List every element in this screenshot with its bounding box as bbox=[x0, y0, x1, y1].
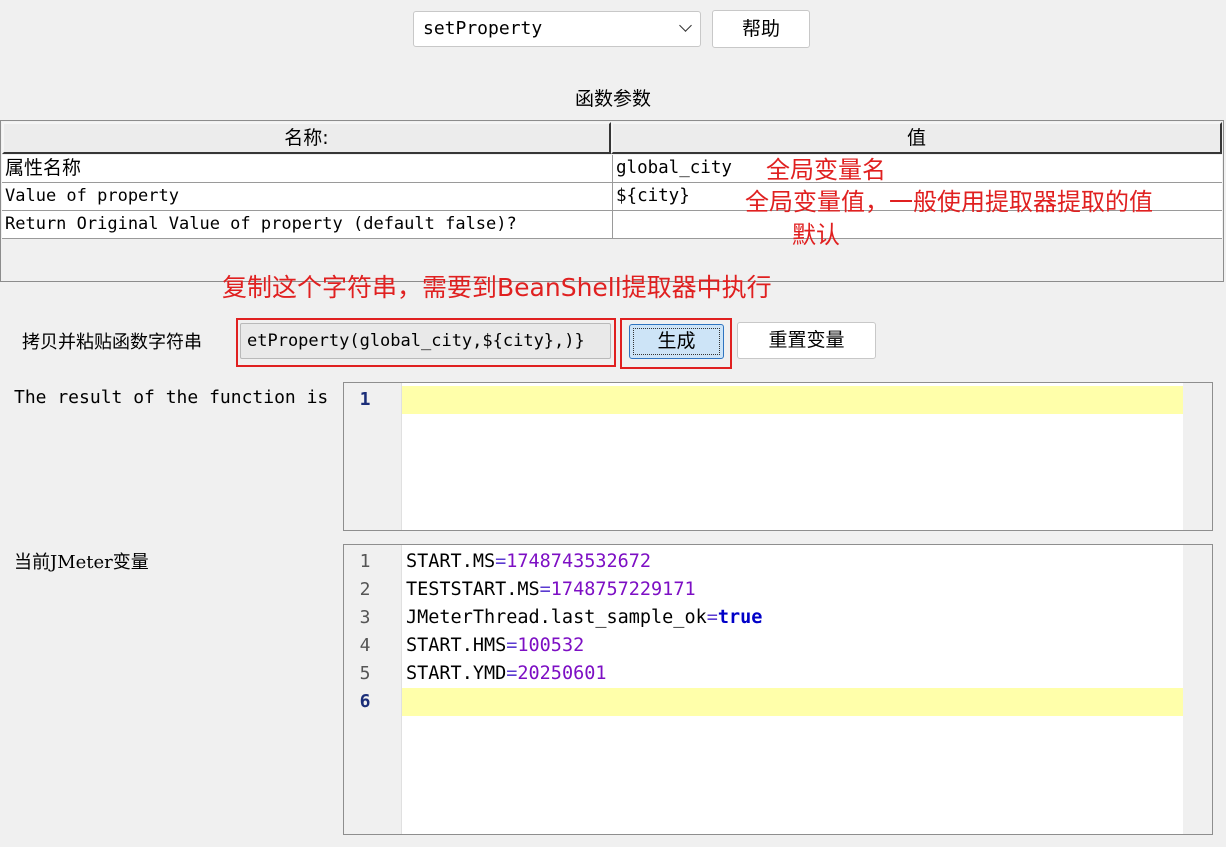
editor-line: 1 bbox=[344, 386, 1212, 414]
function-select-value: setProperty bbox=[423, 18, 543, 39]
editor-line: 1 START.MS=1748743532672 bbox=[344, 548, 1212, 576]
var-key: START.MS bbox=[406, 551, 496, 572]
editor-line: 6 bbox=[344, 688, 1212, 716]
line-number: 1 bbox=[359, 551, 371, 572]
editor-line: 5 START.YMD=20250601 bbox=[344, 660, 1212, 688]
var-value: 1748757229171 bbox=[550, 579, 696, 600]
var-value: 20250601 bbox=[517, 663, 607, 684]
equals-sign: = bbox=[706, 607, 718, 628]
code-text: START.YMD=20250601 bbox=[406, 660, 607, 688]
param-name-cell[interactable]: Return Original Value of property (defau… bbox=[2, 211, 613, 238]
reset-variables-button[interactable]: 重置变量 bbox=[737, 322, 876, 359]
equals-sign: = bbox=[495, 551, 507, 572]
line-number: 1 bbox=[359, 389, 371, 410]
chevron-down-icon bbox=[679, 19, 692, 32]
jmeter-vars-label: 当前JMeter变量 bbox=[14, 552, 149, 573]
highlight-box bbox=[236, 318, 616, 367]
column-header-name[interactable]: 名称: bbox=[2, 122, 611, 154]
line-number: 2 bbox=[359, 579, 371, 600]
editor-line: 2 TESTSTART.MS=1748757229171 bbox=[344, 576, 1212, 604]
annotation-var-name: 全局变量名 bbox=[766, 156, 886, 184]
code-text: START.MS=1748743532672 bbox=[406, 548, 651, 576]
column-header-value[interactable]: 值 bbox=[611, 122, 1222, 154]
code-text: START.HMS=100532 bbox=[406, 632, 584, 660]
highlight-box bbox=[620, 318, 732, 369]
line-number: 4 bbox=[359, 635, 371, 656]
table-row[interactable]: 属性名称 global_city bbox=[2, 155, 1222, 183]
editor-line: 3 JMeterThread.last_sample_ok=true bbox=[344, 604, 1212, 632]
param-name-cell[interactable]: 属性名称 bbox=[2, 155, 613, 182]
var-key: START.HMS bbox=[406, 635, 507, 656]
code-text: TESTSTART.MS=1748757229171 bbox=[406, 576, 696, 604]
current-line-highlight bbox=[402, 386, 1183, 414]
code-text: JMeterThread.last_sample_ok=true bbox=[406, 604, 762, 632]
annotation-var-value: 全局变量值，一般使用提取器提取的值 bbox=[745, 188, 1153, 216]
var-value: 100532 bbox=[517, 635, 585, 656]
line-number: 3 bbox=[359, 607, 371, 628]
var-key: TESTSTART.MS bbox=[406, 579, 540, 600]
var-value: true bbox=[717, 607, 763, 628]
var-key: JMeterThread.last_sample_ok bbox=[406, 607, 707, 628]
param-name-cell[interactable]: Value of property bbox=[2, 183, 613, 210]
function-select[interactable]: setProperty bbox=[413, 11, 701, 47]
equals-sign: = bbox=[506, 663, 518, 684]
annotation-copy-hint: 复制这个字符串，需要到BeanShell提取器中执行 bbox=[222, 273, 772, 302]
result-editor[interactable]: 1 bbox=[343, 382, 1213, 531]
line-number: 6 bbox=[359, 691, 371, 712]
var-key: START.YMD bbox=[406, 663, 507, 684]
equals-sign: = bbox=[539, 579, 551, 600]
help-button[interactable]: 帮助 bbox=[712, 10, 810, 48]
copy-function-label: 拷贝并粘贴函数字符串 bbox=[22, 332, 202, 353]
param-value-cell[interactable]: global_city bbox=[613, 155, 1222, 182]
var-value: 1748743532672 bbox=[506, 551, 652, 572]
annotation-default: 默认 bbox=[792, 221, 840, 249]
editor-line: 4 START.HMS=100532 bbox=[344, 632, 1212, 660]
line-number: 5 bbox=[359, 663, 371, 684]
section-title: 函数参数 bbox=[574, 88, 651, 110]
result-label: The result of the function is bbox=[14, 387, 329, 408]
jmeter-vars-editor[interactable]: 1 START.MS=1748743532672 2 TESTSTART.MS=… bbox=[343, 544, 1213, 835]
equals-sign: = bbox=[506, 635, 518, 656]
current-line-highlight bbox=[402, 688, 1183, 716]
